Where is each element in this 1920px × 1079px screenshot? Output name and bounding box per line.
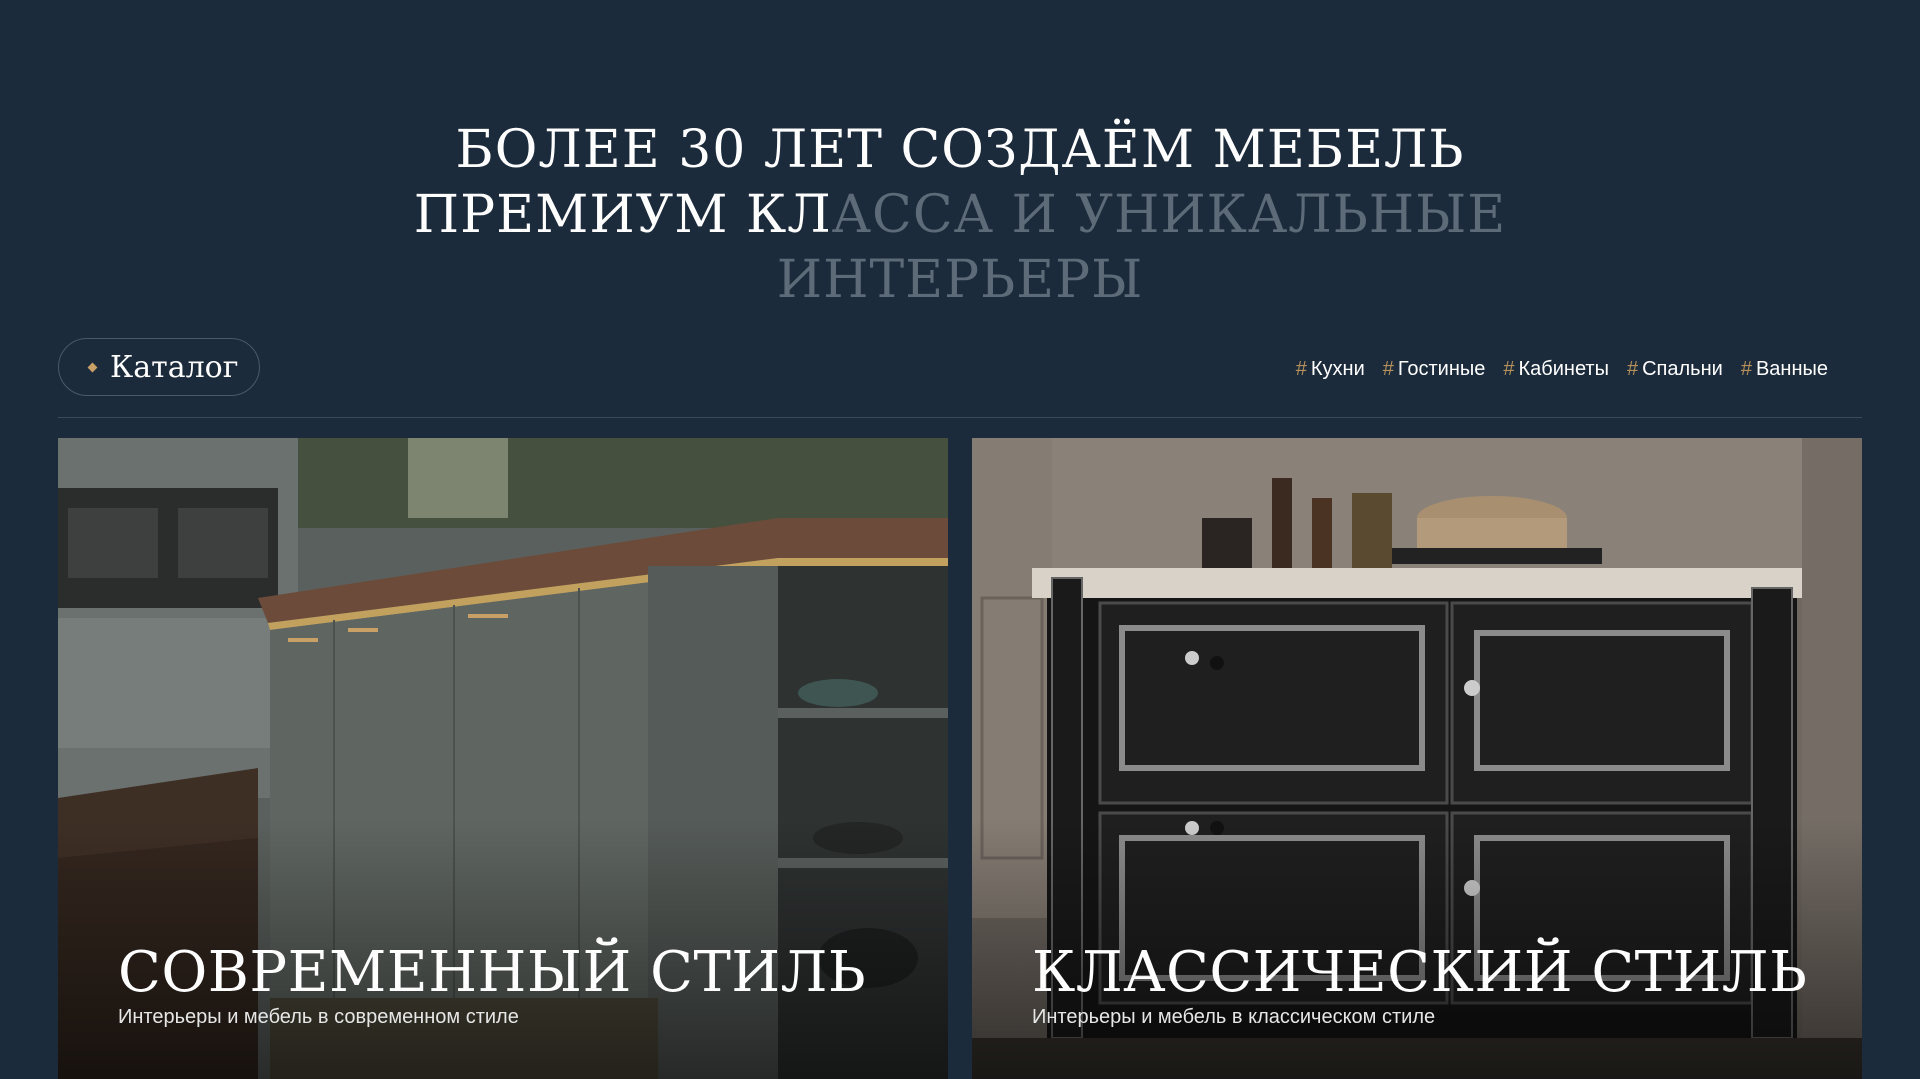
hero-line-2-dim: АССА И УНИКАЛЬНЫЕ xyxy=(831,185,1507,245)
category-tags: # Кухни # Гостиные # Кабинеты # Спальни # Ван… xyxy=(1296,358,1828,381)
hero-title: БОЛЕЕ 30 ЛЕТ СОЗДАЁМ МЕБЕЛЬ ПРЕМИУМ КЛАС… xyxy=(0,118,1920,313)
tag-living-rooms[interactable]: # Гостиные xyxy=(1383,358,1486,381)
hash-icon: # xyxy=(1382,358,1394,380)
divider xyxy=(58,417,1862,418)
hero-line-3: ИНТЕРЬЕРЫ xyxy=(776,250,1144,310)
card-title: СОВРЕМЕННЫЙ СТИЛЬ xyxy=(118,940,867,1005)
card-classic-style[interactable]: КЛАССИЧЕСКИЙ СТИЛЬ Интерьеры и мебель в … xyxy=(972,438,1862,1079)
tag-studies[interactable]: # Кабинеты xyxy=(1503,358,1609,381)
card-modern-style[interactable]: СОВРЕМЕННЫЙ СТИЛЬ Интерьеры и мебель в с… xyxy=(58,438,948,1079)
hero-line-2: ПРЕМИУМ КЛАССА И УНИКАЛЬНЫЕ xyxy=(0,183,1920,248)
catalog-button[interactable]: Каталог xyxy=(58,338,260,396)
card-subtitle: Интерьеры и мебель в современном стиле xyxy=(118,1006,519,1028)
hero-line-1: БОЛЕЕ 30 ЛЕТ СОЗДАЁМ МЕБЕЛЬ xyxy=(455,120,1465,180)
hash-icon: # xyxy=(1740,358,1752,380)
hero-line-2-bright: ПРЕМИУМ КЛ xyxy=(413,185,832,245)
diamond-icon xyxy=(87,362,98,372)
hash-icon: # xyxy=(1295,358,1307,380)
card-subtitle: Интерьеры и мебель в классическом стиле xyxy=(1032,1006,1436,1028)
card-title: КЛАССИЧЕСКИЙ СТИЛЬ xyxy=(1032,940,1808,1005)
hash-icon: # xyxy=(1626,358,1639,380)
tag-bathrooms[interactable]: # Ванные xyxy=(1741,358,1828,381)
catalog-button-label: Каталог xyxy=(110,349,239,385)
tag-kitchens[interactable]: # Кухни xyxy=(1296,358,1365,381)
hash-icon: # xyxy=(1503,358,1515,380)
tag-bedrooms[interactable]: # Спальни xyxy=(1627,358,1723,381)
